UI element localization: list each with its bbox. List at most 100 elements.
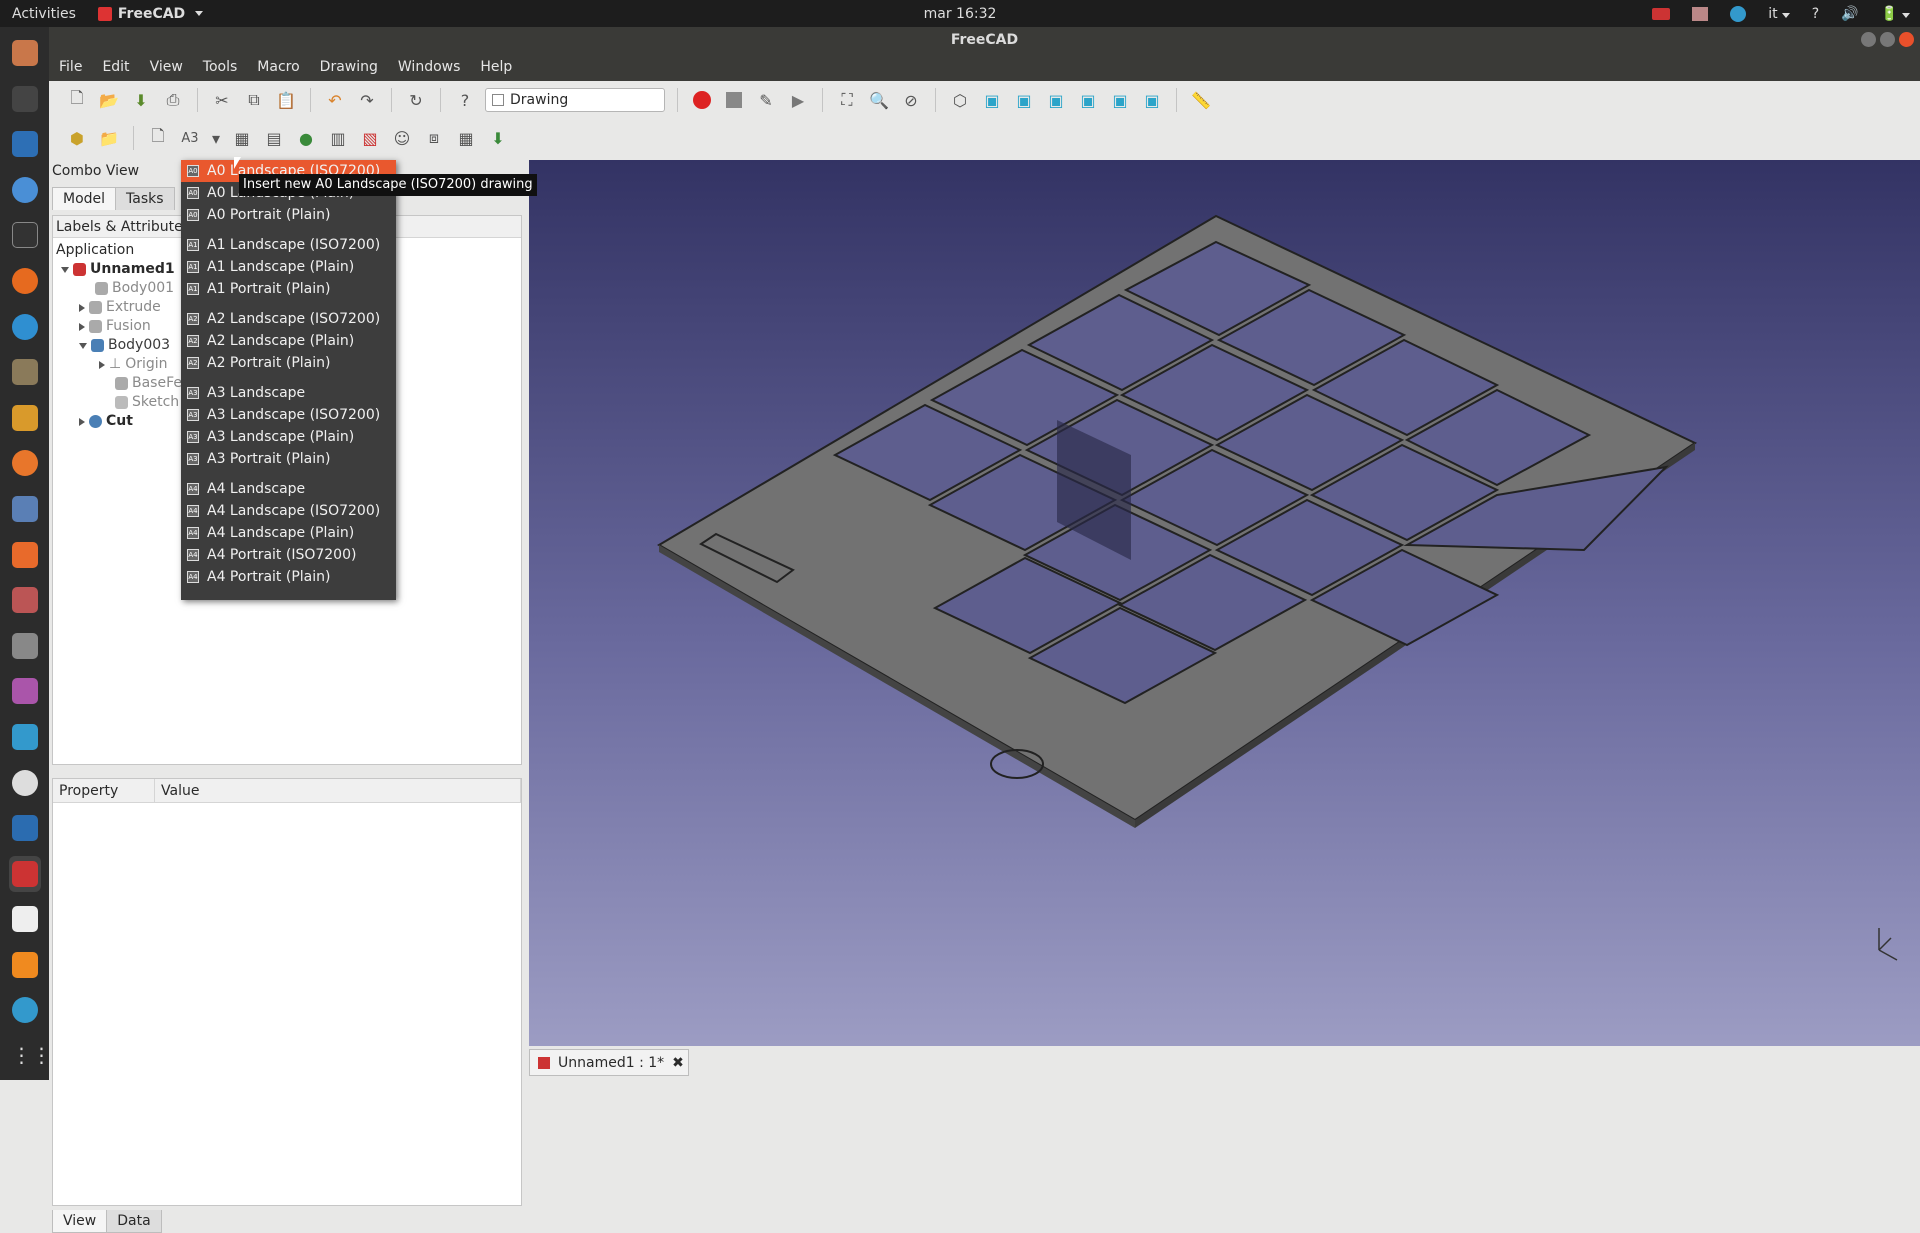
menu-item-a3-landscape[interactable]: A3 A3 Landscape (181, 382, 396, 404)
dock-screenshot-icon[interactable] (9, 673, 41, 709)
collapse-arrow-icon[interactable] (79, 342, 87, 349)
menu-item-a2-landscape-plain[interactable]: A2 A2 Landscape (Plain) (181, 330, 396, 352)
undo-icon[interactable]: ↶ (323, 88, 347, 112)
volume-icon[interactable]: 🔊 (1841, 6, 1858, 22)
page-dropdown-arrow-icon[interactable]: ▾ (210, 126, 222, 150)
expand-arrow-icon[interactable] (79, 417, 85, 426)
property-column-header[interactable]: Property (53, 779, 155, 802)
close-tab-icon[interactable]: ✖ (672, 1055, 684, 1071)
tree-item-body001[interactable]: Body001 (95, 279, 174, 298)
openbrowser-icon[interactable]: ● (294, 126, 318, 150)
open-svg-icon[interactable]: 🗋 (146, 126, 170, 150)
macro-stop-icon[interactable] (722, 88, 746, 112)
tree-item-fusion[interactable]: Fusion (79, 317, 151, 336)
menu-item-a1-landscape-plain[interactable]: A1 A1 Landscape (Plain) (181, 256, 396, 278)
isometric-view-icon[interactable]: ⬡ (948, 88, 972, 112)
activities-button[interactable]: Activities (0, 6, 88, 22)
menu-item-a2-landscape-iso7200[interactable]: A2 A2 Landscape (ISO7200) (181, 308, 396, 330)
tree-item-origin[interactable]: ⊥ Origin (99, 355, 168, 374)
macro-run-icon[interactable]: ▶ (786, 88, 810, 112)
dock-app-icon[interactable] (9, 491, 41, 527)
copy-icon[interactable]: ⧉ (242, 88, 266, 112)
3d-view[interactable] (529, 160, 1920, 1046)
document-tab[interactable]: Unnamed1 : 1* ✖ (529, 1049, 689, 1076)
cut-icon[interactable]: ✂ (210, 88, 234, 112)
dock-freecad-icon[interactable] (8, 855, 41, 892)
dock-terminal-icon[interactable] (9, 217, 41, 253)
menu-tools[interactable]: Tools (193, 59, 248, 75)
tree-item-body003[interactable]: Body003 (79, 336, 170, 355)
tree-item-cut[interactable]: Cut (79, 412, 133, 431)
tab-model[interactable]: Model (52, 187, 117, 210)
minimize-icon[interactable] (1861, 32, 1876, 47)
menu-item-a4-portrait-iso7200[interactable]: A4 A4 Portrait (ISO7200) (181, 544, 396, 566)
dock-blender-icon[interactable] (9, 445, 41, 481)
menu-help[interactable]: Help (470, 59, 522, 75)
top-view-icon[interactable]: ▣ (1012, 88, 1036, 112)
clip-icon[interactable]: ▧ (358, 126, 382, 150)
print-icon[interactable]: ⎙ (161, 88, 185, 112)
workbench-selector[interactable]: Drawing (485, 88, 665, 112)
tab-view[interactable]: View (52, 1210, 108, 1233)
menu-item-a3-landscape-iso7200[interactable]: A3 A3 Landscape (ISO7200) (181, 404, 396, 426)
dock-firefox-icon[interactable] (9, 263, 41, 299)
refresh-icon[interactable]: ↻ (404, 88, 428, 112)
menu-item-a4-portrait-plain[interactable]: A4 A4 Portrait (Plain) (181, 566, 396, 588)
redo-icon[interactable]: ↷ (355, 88, 379, 112)
right-view-icon[interactable]: ▣ (1044, 88, 1068, 112)
files-icon[interactable] (1692, 6, 1709, 21)
annotation-icon[interactable]: ▥ (326, 126, 350, 150)
part-icon[interactable]: ⬢ (65, 126, 89, 150)
clock[interactable]: mar 16:32 (0, 6, 1920, 22)
menu-drawing[interactable]: Drawing (310, 59, 388, 75)
whats-this-icon[interactable]: ? (453, 88, 477, 112)
collapse-arrow-icon[interactable] (61, 266, 69, 273)
draw-style-icon[interactable]: ⊘ (899, 88, 923, 112)
insert-view-icon[interactable]: ▦ (230, 126, 254, 150)
dock-chromium-icon[interactable] (9, 172, 41, 208)
menu-view[interactable]: View (140, 59, 193, 75)
dock-files-icon[interactable] (9, 35, 41, 71)
group-icon[interactable]: 📁 (97, 126, 121, 150)
menu-item-a3-portrait-plain[interactable]: A3 A3 Portrait (Plain) (181, 448, 396, 470)
new-document-icon[interactable]: 🗋 (65, 88, 89, 112)
language-indicator[interactable]: it (1768, 6, 1790, 22)
value-column-header[interactable]: Value (155, 779, 521, 802)
front-view-icon[interactable]: ▣ (980, 88, 1004, 112)
dock-remote-icon[interactable] (9, 719, 41, 755)
left-view-icon[interactable]: ▣ (1140, 88, 1164, 112)
tab-data[interactable]: Data (106, 1210, 162, 1233)
menu-item-a1-landscape-iso7200[interactable]: A1 A1 Landscape (ISO7200) (181, 234, 396, 256)
menu-macro[interactable]: Macro (247, 59, 309, 75)
menu-item-a4-landscape-iso7200[interactable]: A4 A4 Landscape (ISO7200) (181, 500, 396, 522)
spreadsheet-view-icon[interactable]: ▦ (454, 126, 478, 150)
dock-eye-icon[interactable] (9, 765, 41, 801)
fit-selection-icon[interactable]: 🔍 (867, 88, 891, 112)
macro-edit-icon[interactable]: ✎ (754, 88, 778, 112)
save-icon[interactable]: ⬇ (129, 88, 153, 112)
menu-item-a3-landscape-plain[interactable]: A3 A3 Landscape (Plain) (181, 426, 396, 448)
help-icon[interactable]: ? (1812, 6, 1819, 22)
tree-item-unnamed1[interactable]: Unnamed1 (61, 260, 175, 279)
app-menu[interactable]: FreeCAD (97, 6, 204, 22)
close-icon[interactable] (1899, 32, 1914, 47)
menu-edit[interactable]: Edit (92, 59, 139, 75)
menu-item-a0-portrait-plain[interactable]: A0 A0 Portrait (Plain) (181, 204, 396, 226)
macro-record-icon[interactable] (690, 88, 714, 112)
new-a3-page-icon[interactable]: A3 (178, 126, 202, 150)
measure-icon[interactable]: 📏 (1189, 88, 1213, 112)
dock-camera-icon[interactable] (9, 628, 41, 664)
maximize-icon[interactable] (1880, 32, 1895, 47)
dock-notes-icon[interactable] (9, 901, 41, 937)
symbol-icon[interactable]: ☺ (390, 126, 414, 150)
dock-writer-icon[interactable] (9, 126, 41, 162)
telegram-icon[interactable] (1730, 5, 1747, 22)
battery-icon[interactable]: 🔋 (1881, 6, 1910, 22)
record-icon[interactable] (1652, 7, 1671, 20)
menu-item-a1-portrait-plain[interactable]: A1 A1 Portrait (Plain) (181, 278, 396, 300)
dock-eagle-icon[interactable] (9, 81, 41, 117)
menu-item-a4-landscape-plain[interactable]: A4 A4 Landscape (Plain) (181, 522, 396, 544)
dock-inkscape-icon[interactable] (9, 400, 41, 436)
dock-virtualbox-icon[interactable] (9, 810, 41, 846)
expand-arrow-icon[interactable] (79, 303, 85, 312)
